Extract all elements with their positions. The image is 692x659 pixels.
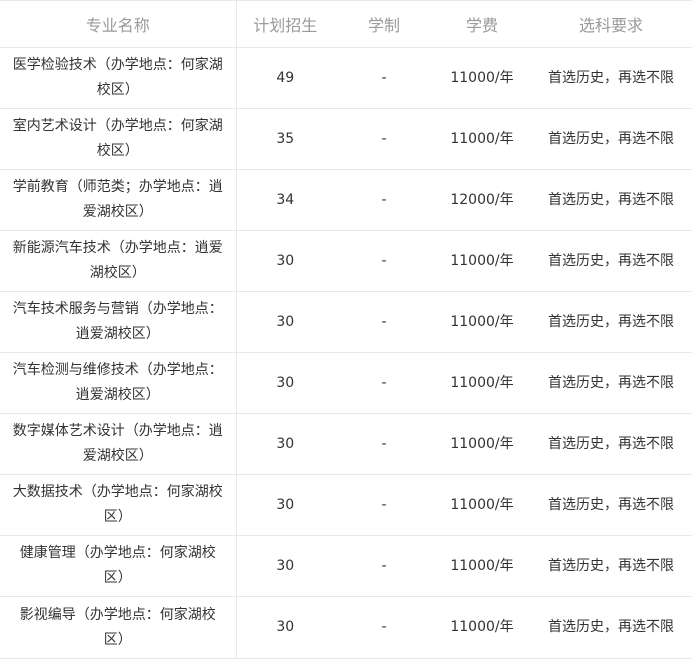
table-row: 大数据技术（办学地点：何家湖校区） 30 - 11000/年 首选历史，再选不限 — [0, 474, 692, 536]
tuition-cell: 12000/年 — [434, 169, 530, 231]
major-name-cell: 室内艺术设计（办学地点：何家湖校区） — [0, 108, 237, 170]
planned-count-cell: 30 — [236, 230, 334, 292]
planned-count-cell: 34 — [236, 169, 334, 231]
tuition-cell: 11000/年 — [434, 230, 530, 292]
tuition-cell: 11000/年 — [434, 108, 530, 170]
header-planned-enrollment: 计划招生 — [236, 0, 334, 48]
subject-requirement-cell: 首选历史，再选不限 — [530, 291, 692, 353]
header-study-length: 学制 — [334, 0, 434, 48]
tuition-cell: 11000/年 — [434, 413, 530, 475]
planned-count-cell: 35 — [236, 108, 334, 170]
study-length-cell: - — [334, 413, 434, 475]
study-length-cell: - — [334, 352, 434, 414]
tuition-cell: 11000/年 — [434, 352, 530, 414]
major-name-cell: 汽车技术服务与营销（办学地点：逍爱湖校区） — [0, 291, 237, 353]
enrollment-plan-table: 专业名称 计划招生 学制 学费 选科要求 医学检验技术（办学地点：何家湖校区） … — [0, 0, 692, 659]
subject-requirement-cell: 首选历史，再选不限 — [530, 413, 692, 475]
subject-requirement-cell: 首选历史，再选不限 — [530, 596, 692, 659]
subject-requirement-cell: 首选历史，再选不限 — [530, 352, 692, 414]
table-row: 学前教育（师范类；办学地点：逍爱湖校区） 34 - 12000/年 首选历史，再… — [0, 169, 692, 231]
study-length-cell: - — [334, 291, 434, 353]
major-name-cell: 医学检验技术（办学地点：何家湖校区） — [0, 47, 237, 109]
planned-count-cell: 30 — [236, 352, 334, 414]
major-name-cell: 数字媒体艺术设计（办学地点：逍爱湖校区） — [0, 413, 237, 475]
major-name-cell: 健康管理（办学地点：何家湖校区） — [0, 535, 237, 597]
tuition-cell: 11000/年 — [434, 596, 530, 659]
table-row: 汽车检测与维修技术（办学地点：逍爱湖校区） 30 - 11000/年 首选历史，… — [0, 352, 692, 414]
subject-requirement-cell: 首选历史，再选不限 — [530, 108, 692, 170]
tuition-cell: 11000/年 — [434, 474, 530, 536]
major-name-cell: 新能源汽车技术（办学地点：逍爱湖校区） — [0, 230, 237, 292]
planned-count-cell: 49 — [236, 47, 334, 109]
planned-count-cell: 30 — [236, 291, 334, 353]
planned-count-cell: 30 — [236, 535, 334, 597]
study-length-cell: - — [334, 474, 434, 536]
study-length-cell: - — [334, 535, 434, 597]
table-row: 医学检验技术（办学地点：何家湖校区） 49 - 11000/年 首选历史，再选不… — [0, 47, 692, 109]
table-row: 健康管理（办学地点：何家湖校区） 30 - 11000/年 首选历史，再选不限 — [0, 535, 692, 597]
tuition-cell: 11000/年 — [434, 47, 530, 109]
major-name-cell: 汽车检测与维修技术（办学地点：逍爱湖校区） — [0, 352, 237, 414]
study-length-cell: - — [334, 47, 434, 109]
major-name-cell: 影视编导（办学地点：何家湖校区） — [0, 596, 237, 659]
study-length-cell: - — [334, 169, 434, 231]
table-row: 数字媒体艺术设计（办学地点：逍爱湖校区） 30 - 11000/年 首选历史，再… — [0, 413, 692, 475]
header-tuition: 学费 — [434, 0, 530, 48]
header-subject-requirement: 选科要求 — [530, 0, 692, 48]
study-length-cell: - — [334, 596, 434, 659]
subject-requirement-cell: 首选历史，再选不限 — [530, 474, 692, 536]
planned-count-cell: 30 — [236, 474, 334, 536]
tuition-cell: 11000/年 — [434, 535, 530, 597]
table-row: 新能源汽车技术（办学地点：逍爱湖校区） 30 - 11000/年 首选历史，再选… — [0, 230, 692, 292]
major-name-cell: 大数据技术（办学地点：何家湖校区） — [0, 474, 237, 536]
header-major-name: 专业名称 — [0, 0, 237, 48]
subject-requirement-cell: 首选历史，再选不限 — [530, 230, 692, 292]
table-row: 室内艺术设计（办学地点：何家湖校区） 35 - 11000/年 首选历史，再选不… — [0, 108, 692, 170]
header-row: 专业名称 计划招生 学制 学费 选科要求 — [0, 0, 692, 48]
subject-requirement-cell: 首选历史，再选不限 — [530, 169, 692, 231]
table-body: 医学检验技术（办学地点：何家湖校区） 49 - 11000/年 首选历史，再选不… — [0, 47, 692, 659]
planned-count-cell: 30 — [236, 596, 334, 659]
study-length-cell: - — [334, 108, 434, 170]
planned-count-cell: 30 — [236, 413, 334, 475]
table-row: 汽车技术服务与营销（办学地点：逍爱湖校区） 30 - 11000/年 首选历史，… — [0, 291, 692, 353]
table-header: 专业名称 计划招生 学制 学费 选科要求 — [0, 0, 692, 48]
tuition-cell: 11000/年 — [434, 291, 530, 353]
major-name-cell: 学前教育（师范类；办学地点：逍爱湖校区） — [0, 169, 237, 231]
subject-requirement-cell: 首选历史，再选不限 — [530, 47, 692, 109]
study-length-cell: - — [334, 230, 434, 292]
subject-requirement-cell: 首选历史，再选不限 — [530, 535, 692, 597]
table-row: 影视编导（办学地点：何家湖校区） 30 - 11000/年 首选历史，再选不限 — [0, 596, 692, 659]
